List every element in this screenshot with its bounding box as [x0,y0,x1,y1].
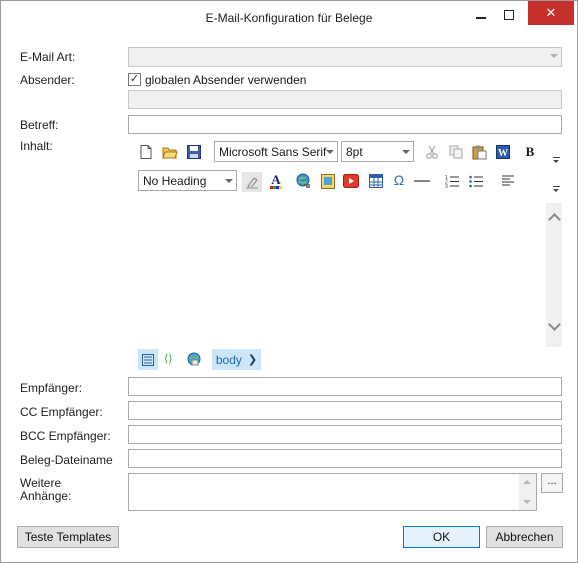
open-folder-icon[interactable] [162,144,178,160]
scroll-down-icon[interactable] [548,318,561,331]
email-art-label: E-Mail Art: [20,50,76,64]
ordered-list-icon[interactable]: 123 [444,173,460,189]
video-icon[interactable] [343,173,359,189]
paragraph-style-value: No Heading [143,174,207,188]
email-art-select[interactable] [128,47,562,67]
cc-input[interactable] [128,401,562,420]
svg-text:3: 3 [445,184,448,188]
global-sender-checkbox[interactable]: ✓ [128,73,141,86]
link-icon[interactable] [296,173,312,189]
betreff-input[interactable] [128,115,562,134]
beleg-dateiname-label: Beleg-Dateiname [20,453,113,467]
absender-field[interactable] [128,90,562,109]
betreff-label: Betreff: [20,118,59,132]
font-size-value: 8pt [346,145,363,159]
checkmark-icon: ✓ [129,73,140,85]
chevron-down-icon [402,150,410,154]
test-templates-button[interactable]: Teste Templates [17,526,119,548]
editor-content-area[interactable] [138,199,544,345]
scroll-up-icon[interactable] [523,480,531,484]
weitere-anhaenge-label: Weitere Anhänge: [20,477,71,503]
svg-text:W: W [498,148,508,159]
toolbar-overflow-2-icon[interactable] [551,184,562,195]
paste-icon[interactable] [471,144,487,160]
absender-label: Absender: [20,73,75,87]
maximize-icon [504,10,514,20]
font-size-select[interactable]: 8pt [341,141,414,162]
paragraph-style-select[interactable]: No Heading [138,170,237,191]
editor-toolbar-row-1: Microsoft Sans Serif 8pt W B [138,141,568,163]
paste-word-icon[interactable]: W [495,144,511,160]
body-tag-label: body [215,352,242,367]
cc-label: CC Empfänger: [20,405,103,419]
image-icon[interactable] [320,173,336,189]
chevron-down-icon [550,54,558,58]
browse-attachments-button[interactable]: ... [541,473,563,493]
font-family-value: Microsoft Sans Serif [219,145,327,159]
title-bar: E-Mail-Konfiguration für Belege ✕ [1,1,577,35]
html-source-icon[interactable]: ⟨⟩ [164,352,173,365]
font-family-select[interactable]: Microsoft Sans Serif [214,141,338,162]
unordered-list-icon[interactable] [468,173,484,189]
empfaenger-label: Empfänger: [20,381,83,395]
weitere-label-line2: Anhänge: [20,489,72,503]
bcc-label: BCC Empfänger: [20,429,111,443]
global-sender-checkbox-label: globalen Absender verwenden [145,73,307,87]
toolbar-overflow-1-icon[interactable] [551,155,562,166]
beleg-dateiname-input[interactable] [128,449,562,468]
design-view-icon [142,353,154,366]
cancel-button[interactable]: Abbrechen [486,526,563,548]
bold-icon[interactable]: B [522,144,538,160]
bcc-input[interactable] [128,425,562,444]
scroll-up-icon[interactable] [548,213,561,226]
table-icon[interactable] [368,173,384,189]
align-icon[interactable] [500,173,516,189]
design-mode-button[interactable] [138,349,158,370]
chevron-down-icon [326,150,334,154]
breadcrumb-body-tag[interactable]: body ❯ [212,349,261,370]
horizontal-rule-icon[interactable] [414,173,430,189]
omega-icon[interactable]: Ω [391,172,407,188]
ok-button[interactable]: OK [403,526,480,548]
cut-icon[interactable] [424,144,440,160]
copy-icon[interactable] [448,144,464,160]
dialog-window: E-Mail-Konfiguration für Belege ✕ E-Mail… [0,0,578,563]
maximize-button[interactable] [491,1,527,29]
editor-scrollbar[interactable] [546,203,562,347]
empfaenger-input[interactable] [128,377,562,396]
save-icon[interactable] [186,144,202,160]
new-document-icon[interactable] [138,144,154,160]
editor-toolbar-row-2: No Heading A Ω 123 [138,170,538,192]
svg-text:A: A [271,173,281,187]
minimize-icon [476,17,486,19]
font-color-icon[interactable]: A [268,173,284,189]
close-icon: ✕ [545,5,557,20]
chevron-down-icon [225,179,233,183]
preview-globe-icon[interactable] [186,351,202,370]
close-button[interactable]: ✕ [528,1,574,25]
attachments-scrollbar[interactable] [519,474,536,510]
scroll-down-icon[interactable] [523,500,531,504]
highlight-icon[interactable] [242,172,262,192]
chevron-right-icon: ❯ [247,354,258,366]
inhalt-label: Inhalt: [20,139,53,153]
weitere-anhaenge-list[interactable] [128,473,537,511]
